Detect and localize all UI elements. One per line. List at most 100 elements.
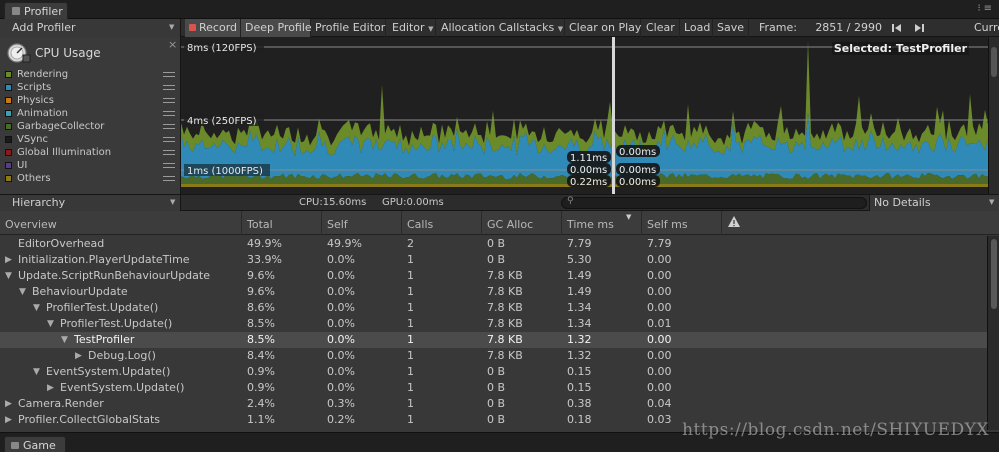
legend-item[interactable]: Physics <box>5 94 54 107</box>
cell-total: 2.4% <box>247 397 275 410</box>
column-self[interactable]: Self <box>322 211 402 235</box>
legend-item[interactable]: Rendering <box>5 68 68 81</box>
expand-arrow-icon[interactable]: ▶ <box>5 412 15 428</box>
table-row[interactable]: ▼ TestProfiler 8.5% 0.0% 1 7.8 KB 1.32 0.00 <box>0 332 987 348</box>
legend-item[interactable]: Animation <box>5 107 68 120</box>
editor-dropdown[interactable]: Editor ▼ <box>388 19 436 37</box>
collapse-arrow-icon[interactable]: ▼ <box>5 268 15 284</box>
table-row[interactable]: ▶ Camera.Render 2.4% 0.3% 1 0 B 0.38 0.04 <box>0 396 987 412</box>
legend-item[interactable]: Scripts <box>5 81 51 94</box>
table-row[interactable]: ▶ Debug.Log() 8.4% 0.0% 1 7.8 KB 1.32 0.00 <box>0 348 987 364</box>
details-dropdown[interactable]: No Details ▼ <box>869 195 999 211</box>
current-frame-button[interactable]: Current <box>970 19 999 37</box>
table-row[interactable]: ▼ ProfilerTest.Update() 8.5% 0.0% 1 7.8 KB 1.3… <box>0 316 987 332</box>
column-self-ms[interactable]: Self ms <box>642 211 722 235</box>
frame-time-label: 4ms (250FPS) <box>187 116 257 127</box>
collapse-arrow-icon[interactable]: ▼ <box>33 364 43 380</box>
selected-sample-label: Selected: TestProfiler <box>831 42 969 55</box>
drag-handle-icon[interactable] <box>163 137 175 142</box>
legend-item[interactable]: UI <box>5 159 27 172</box>
expand-arrow-icon[interactable]: ▶ <box>5 396 15 412</box>
drag-handle-icon[interactable] <box>163 163 175 168</box>
table-scrollbar-thumb[interactable] <box>991 239 997 309</box>
search-input[interactable]: ⚲ <box>561 196 867 209</box>
legend-item[interactable]: VSync <box>5 133 48 146</box>
column-total[interactable]: Total <box>242 211 322 235</box>
deep-profile-button[interactable]: Deep Profile <box>241 19 312 37</box>
cell-selfms: 0.00 <box>647 333 672 346</box>
legend-item[interactable]: Global Illumination <box>5 146 111 159</box>
chart-scrollbar-thumb[interactable] <box>991 47 997 77</box>
chart-scrollbar[interactable] <box>988 37 999 194</box>
row-name: TestProfiler <box>74 333 135 346</box>
cell-self: 0.0% <box>327 349 355 362</box>
drag-handle-icon[interactable] <box>163 85 175 90</box>
cell-time: 0.38 <box>567 397 592 410</box>
cell-time: 1.34 <box>567 301 592 314</box>
selection-value: 1.11ms <box>570 153 607 164</box>
clear-on-play-button[interactable]: Clear on Play <box>565 19 641 37</box>
allocation-callstacks-dropdown[interactable]: Allocation Callstacks ▼ <box>437 19 565 37</box>
row-name: Update.ScriptRunBehaviourUpdate <box>18 269 210 282</box>
tab-game[interactable]: Game <box>4 436 66 452</box>
drag-handle-icon[interactable] <box>163 111 175 116</box>
legend-color-swatch <box>5 97 12 104</box>
table-row[interactable]: EditorOverhead 49.9% 49.9% 2 0 B 7.79 7.79 <box>0 236 987 252</box>
legend-color-swatch <box>5 84 12 91</box>
table-row[interactable]: ▼ Update.ScriptRunBehaviourUpdate 9.6% 0.0%… <box>0 268 987 284</box>
load-button[interactable]: Load <box>680 19 713 37</box>
table-row[interactable]: ▶ Initialization.PlayerUpdateTime 33.9% 0.0… <box>0 252 987 268</box>
drag-handle-icon[interactable] <box>163 124 175 129</box>
drag-handle-icon[interactable] <box>163 98 175 103</box>
cell-gc: 7.8 KB <box>487 317 523 330</box>
cell-total: 49.9% <box>247 237 282 250</box>
tab-profiler[interactable]: Profiler <box>4 2 68 19</box>
column-overview[interactable]: Overview <box>0 211 242 235</box>
allocation-callstacks-label: Allocation Callstacks <box>441 21 555 34</box>
frame-time-label: 8ms (120FPS) <box>187 43 257 54</box>
table-row[interactable]: ▼ BehaviourUpdate 9.6% 0.0% 1 7.8 KB 1.49 0.00 <box>0 284 987 300</box>
profile-editor-button[interactable]: Profile Editor <box>311 19 386 37</box>
column-gc-alloc[interactable]: GC Alloc <box>482 211 562 235</box>
drag-handle-icon[interactable] <box>163 72 175 77</box>
cell-gc: 7.8 KB <box>487 285 523 298</box>
table-row[interactable]: ▼ ProfilerTest.Update() 8.6% 0.0% 1 7.8 KB 1.3… <box>0 300 987 316</box>
close-icon[interactable]: × <box>168 38 177 51</box>
row-name: EventSystem.Update() <box>60 381 185 394</box>
sort-descending-icon: ▼ <box>626 213 632 221</box>
drag-handle-icon[interactable] <box>163 176 175 181</box>
cell-calls: 1 <box>407 381 414 394</box>
record-button[interactable]: Record <box>185 19 241 37</box>
collapse-arrow-icon[interactable]: ▼ <box>33 300 43 316</box>
cpu-usage-chart[interactable]: 8ms (120FPS) 4ms (250FPS) 1ms (1000FPS) 1.1… <box>181 37 988 194</box>
cell-selfms: 0.01 <box>647 317 672 330</box>
table-row[interactable]: ▼ EventSystem.Update() 0.9% 0.0% 1 0 B 0.15 0.0… <box>0 364 987 380</box>
collapse-arrow-icon[interactable]: ▼ <box>47 316 57 332</box>
cell-total: 33.9% <box>247 253 282 266</box>
cell-time: 7.79 <box>567 237 592 250</box>
expand-arrow-icon[interactable]: ▶ <box>75 348 85 364</box>
hierarchy-dropdown[interactable]: Hierarchy ▼ <box>0 195 181 211</box>
cell-self: 0.0% <box>327 285 355 298</box>
legend-color-swatch <box>5 162 12 169</box>
collapse-arrow-icon[interactable]: ▼ <box>19 284 29 300</box>
collapse-arrow-icon[interactable]: ▼ <box>61 332 71 348</box>
window-menu-icon[interactable]: ⁝≡ <box>977 3 995 14</box>
add-profiler-dropdown[interactable]: Add Profiler ▼ <box>0 19 181 37</box>
drag-handle-icon[interactable] <box>163 150 175 155</box>
previous-frame-button[interactable] <box>890 22 902 34</box>
clear-button[interactable]: Clear <box>642 19 680 37</box>
frame-selection-cursor[interactable] <box>612 37 615 194</box>
table-row[interactable]: ▶ EventSystem.Update() 0.9% 0.0% 1 0 B 0.15 0.0… <box>0 380 987 396</box>
column-calls[interactable]: Calls <box>402 211 482 235</box>
row-name: Profiler.CollectGlobalStats <box>18 413 161 426</box>
legend-item[interactable]: Others <box>5 172 51 185</box>
next-frame-button[interactable] <box>914 22 926 34</box>
expand-arrow-icon[interactable]: ▶ <box>5 252 15 268</box>
legend-item[interactable]: GarbageCollector <box>5 120 104 133</box>
save-button[interactable]: Save <box>713 19 749 37</box>
table-scrollbar[interactable] <box>987 236 999 430</box>
expand-arrow-icon[interactable]: ▶ <box>47 380 57 396</box>
warning-column-icon[interactable] <box>728 216 740 228</box>
row-name: ProfilerTest.Update() <box>60 317 173 330</box>
